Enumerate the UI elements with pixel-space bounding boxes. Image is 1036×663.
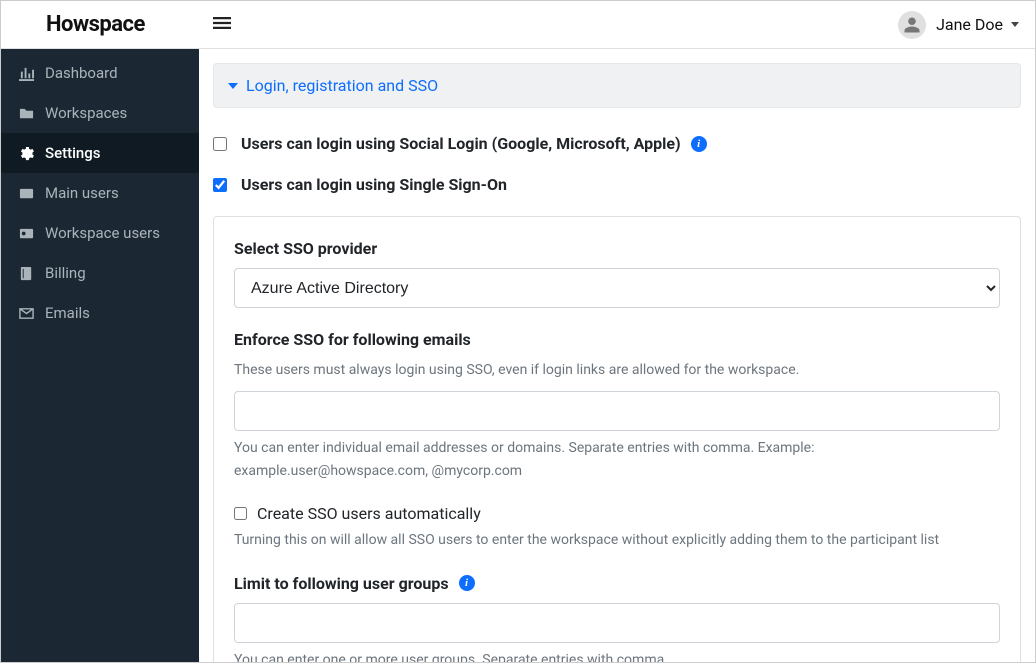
hamburger-icon[interactable]: [213, 13, 231, 37]
card-icon: [17, 186, 35, 201]
sso-provider-select[interactable]: Azure Active Directory: [234, 268, 1000, 308]
social-login-row: Users can login using Social Login (Goog…: [213, 134, 1021, 153]
sidebar-item-label: Emails: [45, 304, 90, 322]
section-header-login-sso[interactable]: Login, registration and SSO: [213, 63, 1021, 108]
limit-groups-input[interactable]: [234, 603, 1000, 643]
sidebar-item-settings[interactable]: Settings: [1, 133, 199, 173]
main-content: Login, registration and SSO Users can lo…: [199, 49, 1035, 662]
sidebar-item-main-users[interactable]: Main users: [1, 173, 199, 213]
sidebar-item-dashboard[interactable]: Dashboard: [1, 53, 199, 93]
user-menu[interactable]: Jane Doe: [898, 11, 1019, 39]
sidebar-item-label: Workspace users: [45, 224, 160, 242]
limit-groups-help: You can enter one or more user groups. S…: [234, 649, 1000, 662]
social-login-label: Users can login using Social Login (Goog…: [241, 134, 681, 153]
enforce-sso-help2: You can enter individual email addresses…: [234, 437, 1000, 482]
sidebar-item-label: Main users: [45, 184, 119, 202]
avatar: [898, 11, 926, 39]
chevron-down-icon: [1011, 22, 1019, 27]
create-auto-row: Create SSO users automatically: [234, 504, 1000, 523]
envelope-icon: [17, 306, 35, 321]
sidebar-item-label: Billing: [45, 264, 86, 282]
gear-icon: [17, 146, 35, 161]
sso-label: Users can login using Single Sign-On: [241, 175, 507, 194]
section-title: Login, registration and SSO: [246, 76, 438, 95]
enforce-sso-help1: These users must always login using SSO,…: [234, 359, 1000, 381]
sso-provider-label: Select SSO provider: [234, 239, 1000, 258]
enforce-sso-label: Enforce SSO for following emails: [234, 330, 1000, 349]
sidebar-item-label: Workspaces: [45, 104, 127, 122]
sidebar-item-emails[interactable]: Emails: [1, 293, 199, 333]
enforce-sso-input[interactable]: [234, 391, 1000, 431]
username: Jane Doe: [936, 15, 1003, 34]
sidebar-item-label: Settings: [45, 144, 101, 162]
sso-panel: Select SSO provider Azure Active Directo…: [213, 216, 1021, 662]
topbar: Howspace Jane Doe: [1, 1, 1035, 49]
book-icon: [17, 266, 35, 281]
limit-groups-label: Limit to following user groups i: [234, 574, 1000, 593]
caret-down-icon: [228, 83, 238, 89]
logo: Howspace: [46, 12, 145, 37]
social-login-checkbox[interactable]: [213, 137, 227, 151]
sso-row: Users can login using Single Sign-On: [213, 175, 1021, 194]
info-icon[interactable]: i: [691, 136, 707, 152]
users-icon: [17, 226, 35, 241]
sidebar-item-workspaces[interactable]: Workspaces: [1, 93, 199, 133]
create-auto-help: Turning this on will allow all SSO users…: [234, 529, 1000, 551]
info-icon[interactable]: i: [459, 575, 475, 591]
sidebar-item-workspace-users[interactable]: Workspace users: [1, 213, 199, 253]
create-auto-label: Create SSO users automatically: [257, 504, 481, 523]
chart-icon: [17, 66, 35, 81]
sidebar: Dashboard Workspaces Settings Main users…: [1, 49, 199, 662]
sidebar-item-billing[interactable]: Billing: [1, 253, 199, 293]
sidebar-item-label: Dashboard: [45, 64, 118, 82]
folder-icon: [17, 106, 35, 121]
create-auto-checkbox[interactable]: [234, 507, 247, 520]
sso-checkbox[interactable]: [213, 178, 227, 192]
